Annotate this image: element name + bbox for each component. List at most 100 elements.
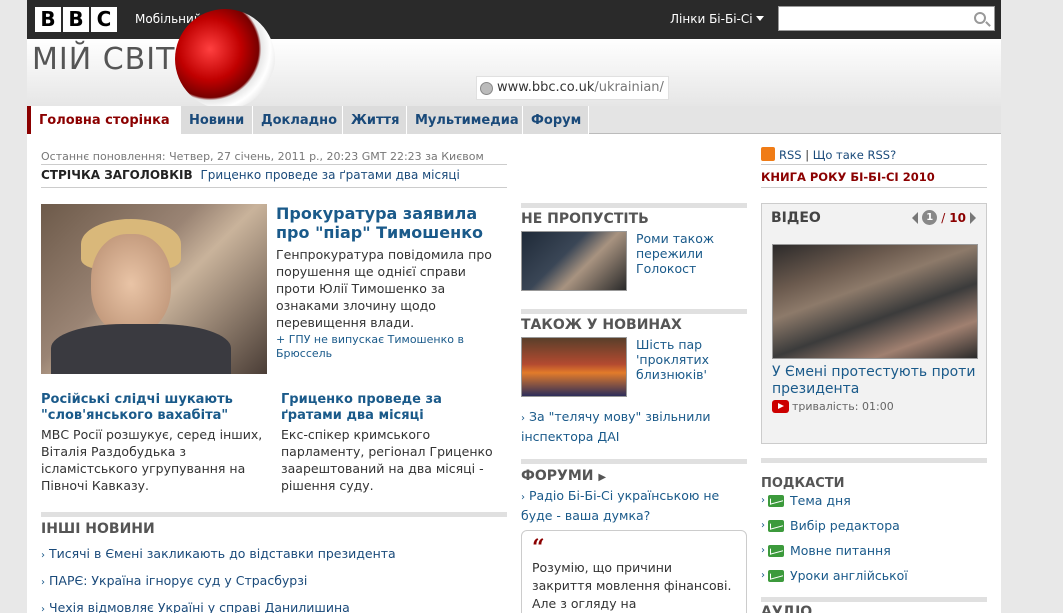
bbc-links-menu[interactable]: Лінки Бі-Бі-Сі [670, 12, 753, 26]
video-pager: 1 / 10 [912, 210, 976, 225]
list-item[interactable]: › Вибір редактора [761, 513, 987, 538]
book-of-year-link[interactable]: КНИГА РОКУ БІ-БІ-СІ 2010 [761, 170, 935, 184]
top-bar: B B C Мобільний Лінки Бі-Бі-Сі [27, 0, 1001, 39]
podcast-icon [768, 544, 784, 557]
podcast-link[interactable]: Тема дня [790, 488, 851, 513]
divider [41, 164, 507, 165]
story-summary: МВС Росії розшукує, серед інших, Віталія… [41, 427, 263, 493]
section-bar [521, 309, 747, 314]
bullet-icon: › [41, 604, 45, 613]
story-title[interactable]: Російські слідчі шукають "слов'янського … [41, 392, 267, 424]
rss-link[interactable]: RSS [779, 148, 802, 162]
site-url[interactable]: www.bbc.co.uk/ukrainian/ [476, 76, 669, 100]
tab-detail[interactable]: Докладно [253, 106, 343, 134]
section-bar [41, 512, 507, 517]
story-thumbnail[interactable] [521, 337, 627, 397]
story-link[interactable]: Шість пар 'проклятих близнюків' [636, 337, 747, 382]
video-thumbnail[interactable] [772, 244, 978, 359]
rss-links: RSS | Що таке RSS? [761, 147, 896, 162]
dont-miss-heading: НЕ ПРОПУСТІТЬ [521, 211, 649, 227]
tab-home[interactable]: Головна сторінка [27, 106, 181, 134]
list-item[interactable]: › Тисячі в Ємені закликають до відставки … [41, 541, 507, 568]
search-icon[interactable] [974, 12, 986, 24]
rss-icon[interactable] [761, 147, 775, 161]
bullet-icon: › [41, 577, 45, 588]
page-separator: / [941, 210, 946, 225]
what-is-rss-link[interactable]: Що таке RSS? [813, 148, 896, 162]
also-news-story: Шість пар 'проклятих близнюків' [521, 337, 747, 399]
list-item[interactable]: › Тема дня [761, 488, 987, 513]
search-input[interactable] [778, 6, 995, 31]
logo-letter-c: C [91, 7, 117, 32]
chevron-down-icon[interactable] [756, 16, 764, 21]
main-nav: Головна сторінка Новини Докладно Життя М… [27, 106, 1001, 134]
rss-separator: | [805, 148, 810, 162]
chevron-right-icon[interactable]: ▶ [598, 472, 606, 483]
url-suffix: /ukrainian/ [594, 80, 664, 95]
divider [761, 164, 987, 165]
left-gutter [0, 0, 27, 613]
section-bar [761, 458, 987, 463]
forums-heading-text[interactable]: ФОРУМИ [521, 468, 594, 484]
story-card: Гриценко проведе за ґратами два місяці Е… [281, 392, 507, 494]
link-text[interactable]: Радіо Бі-Бі-Сі українською не буде - ваш… [521, 488, 719, 523]
bullet-icon: › [761, 570, 765, 581]
chevron-right-icon[interactable] [970, 211, 976, 224]
ticker-headline-link[interactable]: Гриценко проведе за ґратами два місяці [200, 168, 459, 182]
list-item[interactable]: › ПАРЄ: Україна ігнорує суд у Страсбурзі [41, 568, 507, 595]
list-item-link[interactable]: ПАРЄ: Україна ігнорує суд у Страсбурзі [49, 573, 307, 588]
bullet-icon: › [761, 545, 765, 556]
globe-icon [480, 82, 493, 95]
total-pages: 10 [949, 210, 966, 225]
tab-life[interactable]: Життя [343, 106, 407, 134]
right-gutter [1001, 0, 1063, 613]
tab-forum[interactable]: Форум [523, 106, 589, 134]
list-item-link[interactable]: Чехія відмовляє Україні у справі Данилиш… [49, 600, 350, 613]
related-link-text[interactable]: ГПУ не випускає Тимошенко в Брюссель [276, 333, 464, 360]
other-news-heading: ІНШІ НОВИНИ [41, 521, 155, 537]
bullet-icon: › [521, 492, 525, 503]
bullet-icon: › [41, 550, 45, 561]
section-bar [521, 459, 747, 464]
podcast-link[interactable]: Мовне питання [790, 538, 891, 563]
tab-multimedia[interactable]: Мультимедиа [407, 106, 523, 134]
story-title[interactable]: Гриценко проведе за ґратами два місяці [281, 392, 507, 424]
logo-letter-b1: B [35, 7, 61, 32]
globe-logo-icon [175, 9, 275, 109]
last-updated: Останнє поновлення: Четвер, 27 січень, 2… [41, 150, 484, 163]
list-item[interactable]: › Уроки англійської [761, 563, 987, 588]
chevron-left-icon[interactable] [912, 211, 919, 224]
bullet-icon: › [761, 520, 765, 531]
story-link[interactable]: Роми також пережили Голокост [636, 231, 747, 276]
link-text[interactable]: За "телячу мову" звільнили інспектора ДА… [521, 409, 710, 444]
bbc-logo[interactable]: B B C [35, 7, 117, 32]
also-news-link[interactable]: › За "телячу мову" звільнили інспектора Д… [521, 408, 747, 446]
list-item-link[interactable]: Тисячі в Ємені закликають до відставки п… [49, 546, 396, 561]
site-brand[interactable]: МІЙ СВІТ [32, 42, 175, 77]
video-panel: ВІДЕО 1 / 10 У Ємені протестують проти п… [761, 203, 987, 444]
podcast-link[interactable]: Уроки англійської [790, 563, 908, 588]
section-bar [521, 203, 747, 208]
forums-heading[interactable]: ФОРУМИ ▶ [521, 468, 606, 484]
section-bar [761, 597, 987, 602]
lead-story-image[interactable] [41, 204, 267, 374]
list-item[interactable]: › Чехія відмовляє Україні у справі Данили… [41, 595, 507, 613]
also-news-heading: ТАКОЖ У НОВИНАХ [521, 317, 682, 333]
lead-story-title[interactable]: Прокуратура заявила про "піар" Тимошенко [276, 204, 507, 242]
podcast-link[interactable]: Вибір редактора [790, 513, 900, 538]
forum-link[interactable]: › Радіо Бі-Бі-Сі українською не буде - ва… [521, 487, 747, 525]
forum-quote: “ Розумію, що причини закриття мовлення … [521, 530, 747, 613]
list-item[interactable]: › Мовне питання [761, 538, 987, 563]
url-prefix: www.bbc.co.uk [497, 80, 595, 95]
image-coat [51, 324, 231, 374]
ticker-label: СТРІЧКА ЗАГОЛОВКІВ [41, 168, 193, 182]
image-face [91, 234, 171, 334]
lead-related-link[interactable]: ГПУ не випускає Тимошенко в Брюссель [276, 333, 507, 361]
story-thumbnail[interactable] [521, 231, 627, 291]
lead-story-summary: Генпрокуратура повідомила про порушення … [276, 247, 492, 330]
tab-news[interactable]: Новини [181, 106, 253, 134]
current-page: 1 [922, 210, 938, 225]
video-title-link[interactable]: У Ємені протестують проти президента [772, 364, 978, 398]
video-duration: тривалість: 01:00 [772, 400, 894, 413]
play-icon[interactable] [772, 400, 789, 413]
